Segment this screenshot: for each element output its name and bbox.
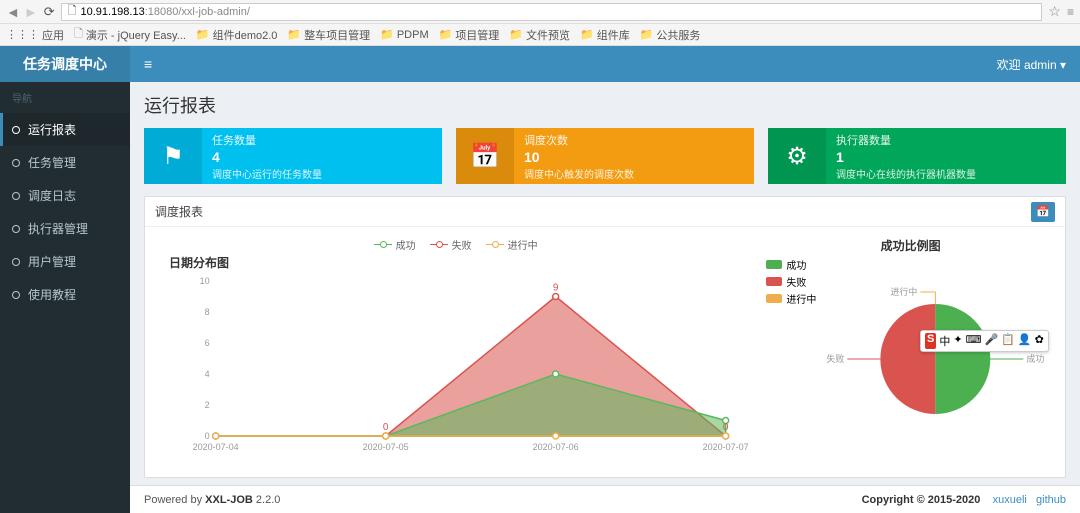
svg-text:0: 0 bbox=[205, 431, 210, 441]
card-executors: ⚙ 执行器数量 1 调度中心在线的执行器机器数量 bbox=[768, 128, 1066, 184]
svg-text:2020-07-07: 2020-07-07 bbox=[703, 442, 749, 452]
svg-text:成功: 成功 bbox=[1027, 353, 1045, 364]
svg-text:进行中: 进行中 bbox=[891, 286, 918, 297]
author-link[interactable]: xuxueli bbox=[993, 494, 1027, 506]
bookmark-item[interactable]: 📁PDPM bbox=[380, 28, 428, 41]
nav-forward-icon[interactable]: ► bbox=[24, 4, 38, 20]
svg-text:失败: 失败 bbox=[827, 353, 845, 364]
browser-menu-icon[interactable]: ≡ bbox=[1067, 5, 1074, 19]
bookmark-bar: ⋮⋮⋮ 应用 🗋演示 - jQuery Easy... 📁组件demo2.0 📁… bbox=[0, 24, 1080, 46]
reload-icon[interactable]: ⟳ bbox=[44, 4, 55, 20]
hamburger-icon[interactable]: ≡ bbox=[144, 56, 152, 72]
svg-text:10: 10 bbox=[200, 276, 210, 286]
app-logo[interactable]: 任务调度中心 bbox=[0, 46, 130, 82]
bookmark-item[interactable]: 📁文件预览 bbox=[509, 27, 570, 43]
svg-text:0: 0 bbox=[723, 422, 729, 433]
card-dispatch: 📅 调度次数 10 调度中心触发的调度次数 bbox=[456, 128, 754, 184]
flag-icon: ⚑ bbox=[144, 128, 202, 184]
line-chart-title: 日期分布图 bbox=[155, 254, 756, 271]
svg-text:2: 2 bbox=[205, 400, 210, 410]
card-tasks: ⚑ 任务数量 4 调度中心运行的任务数量 bbox=[144, 128, 442, 184]
sidebar-item-executors[interactable]: 执行器管理 bbox=[0, 212, 130, 245]
svg-text:4: 4 bbox=[205, 369, 210, 379]
bookmark-item[interactable]: 📁项目管理 bbox=[439, 27, 500, 43]
panel-title: 调度报表 bbox=[155, 203, 203, 220]
bookmark-item[interactable]: 📁整车项目管理 bbox=[287, 27, 370, 43]
sidebar-item-logs[interactable]: 调度日志 bbox=[0, 179, 130, 212]
nav-header: 导航 bbox=[0, 82, 130, 113]
bookmark-item[interactable]: 🗋演示 - jQuery Easy... bbox=[74, 25, 186, 44]
page-title: 运行报表 bbox=[144, 92, 1066, 118]
url-input[interactable]: 🗋 10.91.198.13:18080/xxl-job-admin/ bbox=[61, 3, 1043, 21]
svg-text:9: 9 bbox=[553, 283, 559, 294]
ime-toolbar[interactable]: S 中 ✦⌨🎤📋👤✿ bbox=[920, 330, 1049, 352]
svg-text:2020-07-06: 2020-07-06 bbox=[533, 442, 579, 452]
settings-icon: ⚙ bbox=[768, 128, 826, 184]
line-chart[interactable]: 成功 失败 进行中 日期分布图 0 2 4 6 8 10 2020-07-04 2020-07… bbox=[155, 237, 756, 467]
browser-address-bar: ◄ ► ⟳ 🗋 10.91.198.13:18080/xxl-job-admin… bbox=[0, 0, 1080, 24]
svg-text:8: 8 bbox=[205, 307, 210, 317]
pie-chart-legend: 成功 失败 进行中 bbox=[766, 257, 816, 308]
nav-back-icon[interactable]: ◄ bbox=[6, 4, 20, 20]
svg-text:2020-07-05: 2020-07-05 bbox=[363, 442, 409, 452]
pie-chart[interactable]: 成功 失败 进行中 成功比例图 成功 失败 进行中 bbox=[766, 237, 1055, 467]
footer: Powered by XXL-JOB 2.2.0 Copyright © 201… bbox=[130, 485, 1080, 513]
bookmark-item[interactable]: 📁组件库 bbox=[580, 27, 630, 43]
sidebar-item-tasks[interactable]: 任务管理 bbox=[0, 146, 130, 179]
bookmark-star-icon[interactable]: ☆ bbox=[1048, 3, 1061, 20]
svg-text:0: 0 bbox=[383, 422, 389, 433]
line-chart-legend: 成功 失败 进行中 bbox=[155, 237, 756, 252]
sidebar-item-tutorial[interactable]: 使用教程 bbox=[0, 278, 130, 311]
pie-chart-title: 成功比例图 bbox=[766, 237, 1055, 254]
calendar-icon: 📅 bbox=[456, 128, 514, 184]
bookmark-item[interactable]: 📁公共服务 bbox=[640, 27, 701, 43]
bookmark-item[interactable]: 📁组件demo2.0 bbox=[196, 27, 278, 43]
sidebar-item-report[interactable]: 运行报表 bbox=[0, 113, 130, 146]
date-picker-button[interactable]: 📅 bbox=[1031, 202, 1055, 222]
sidebar-item-users[interactable]: 用户管理 bbox=[0, 245, 130, 278]
svg-text:6: 6 bbox=[205, 338, 210, 348]
top-header: ≡ 欢迎 admin ▾ bbox=[130, 46, 1080, 82]
apps-button[interactable]: ⋮⋮⋮ 应用 bbox=[6, 27, 64, 43]
sidebar: 任务调度中心 导航 运行报表 任务管理 调度日志 执行器管理 用户管理 使用教程 bbox=[0, 46, 130, 513]
user-dropdown[interactable]: 欢迎 admin ▾ bbox=[997, 56, 1066, 73]
svg-text:2020-07-04: 2020-07-04 bbox=[193, 442, 239, 452]
github-link[interactable]: github bbox=[1036, 494, 1066, 506]
